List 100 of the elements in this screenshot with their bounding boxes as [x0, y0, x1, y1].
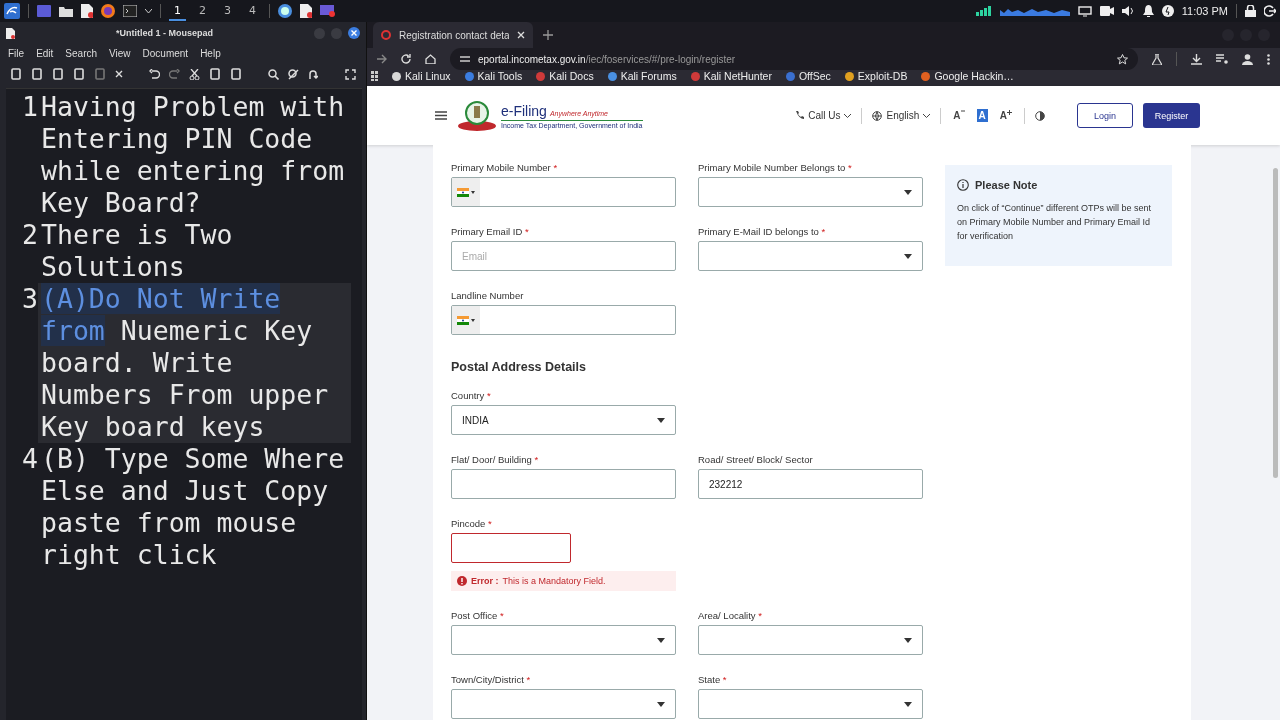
close-icon[interactable] — [348, 27, 360, 39]
dropdown-caret-icon — [904, 637, 912, 643]
signal-bars-icon — [975, 6, 992, 16]
bookmark-link[interactable]: Google Hackin… — [921, 70, 1014, 82]
playlist-icon[interactable] — [1216, 54, 1228, 64]
note-title: Please Note — [975, 179, 1038, 191]
home-icon[interactable] — [425, 54, 436, 64]
menu-item[interactable]: File — [4, 47, 29, 59]
minus-icon — [960, 110, 965, 114]
browser-tab[interactable]: Registration contact deta — [373, 22, 533, 48]
menu-item[interactable]: View — [105, 47, 135, 59]
screen-recorder-icon[interactable] — [320, 5, 336, 17]
menu-item[interactable]: Help — [196, 47, 225, 59]
display-icon[interactable] — [1077, 5, 1092, 17]
document-icon — [6, 27, 15, 39]
caret-icon[interactable] — [145, 9, 152, 13]
dropdown-caret-icon — [657, 417, 665, 423]
bookmark-link[interactable]: OffSec — [785, 70, 831, 82]
volume-icon[interactable] — [1121, 5, 1135, 17]
workspace-button[interactable]: 2 — [194, 1, 211, 21]
menu-item[interactable]: Edit — [32, 47, 58, 59]
small-caret-icon — [471, 190, 475, 194]
plus-icon[interactable] — [543, 30, 553, 40]
field-label: Area/ Locality * — [698, 610, 763, 621]
star-icon[interactable] — [1117, 53, 1128, 65]
apps-grid-icon[interactable] — [371, 71, 378, 81]
bell-icon[interactable] — [1142, 5, 1154, 17]
bookmark-link[interactable]: Kali Tools — [464, 70, 523, 82]
reload-icon[interactable] — [401, 54, 411, 64]
goto-icon[interactable] — [308, 68, 318, 80]
field-label: Town/City/District * — [451, 674, 532, 685]
chrome-circle-icon[interactable] — [278, 4, 292, 18]
workspace-button[interactable]: 4 — [244, 1, 261, 21]
document-icon[interactable] — [81, 4, 93, 18]
line-number: 1 — [21, 91, 38, 124]
more-menu-icon[interactable] — [1267, 53, 1270, 65]
dropdown-caret-icon — [657, 637, 665, 643]
caret-icon — [844, 113, 852, 118]
font-size-button[interactable]: A — [951, 109, 967, 122]
bookmark-link[interactable]: Kali Docs — [536, 70, 594, 82]
redo-icon[interactable] — [169, 69, 180, 79]
field-label: Flat/ Door/ Building * — [451, 454, 540, 465]
scissors-icon[interactable] — [189, 68, 200, 80]
field-label: Country * — [451, 390, 492, 401]
error-message: Error : This is a Mandatory Field. — [451, 571, 676, 591]
editor-text-line: Having Problem with Entering PIN Code while entering from Key Board? — [40, 91, 346, 219]
close-icon[interactable] — [517, 31, 525, 39]
font-size-button[interactable]: A — [976, 109, 988, 122]
section-heading: Postal Address Details — [451, 360, 587, 374]
document-icon[interactable] — [300, 4, 312, 18]
phone-input[interactable] — [451, 177, 676, 207]
cpu-graph-drawing — [999, 6, 1070, 16]
workspace-button[interactable]: 3 — [219, 1, 236, 21]
fullscreen-icon[interactable] — [345, 68, 356, 80]
camera-icon[interactable] — [1099, 6, 1114, 16]
call-us-dropdown[interactable]: Call Us — [795, 110, 852, 121]
menu-item[interactable]: Document — [138, 47, 193, 59]
close-icon[interactable] — [115, 70, 123, 78]
contrast-icon[interactable] — [1035, 110, 1045, 121]
folder-icon[interactable] — [59, 5, 73, 17]
power-icon[interactable] — [1161, 5, 1174, 17]
line-number: 2 — [21, 219, 38, 252]
pincode-input[interactable] — [451, 533, 571, 563]
register-button[interactable]: Register — [1143, 103, 1200, 128]
india-flag-icon — [457, 187, 469, 197]
logout-icon[interactable] — [1264, 5, 1276, 17]
terminal-icon[interactable] — [123, 5, 137, 17]
search-icon[interactable] — [268, 68, 279, 80]
bookmark-link[interactable]: Kali Forums — [607, 70, 677, 82]
info-icon — [957, 179, 969, 191]
field-label: Primary Mobile Number Belongs to * — [698, 162, 853, 173]
text-input[interactable] — [451, 469, 676, 499]
language-dropdown[interactable]: English — [872, 110, 931, 121]
bookmark-link[interactable]: Exploit-DB — [844, 70, 908, 82]
emblem-logo-icon — [457, 99, 497, 132]
lock-icon[interactable] — [1245, 5, 1256, 17]
window-title: *Untitled 1 - Mousepad — [115, 28, 214, 38]
font-size-button[interactable]: A — [997, 109, 1014, 122]
bookmark-link[interactable]: Kali Linux — [392, 70, 451, 82]
forward-icon[interactable] — [377, 54, 387, 64]
flask-icon[interactable] — [1152, 53, 1162, 65]
download-icon[interactable] — [1191, 53, 1202, 65]
address-bar[interactable]: eportal.incometax.gov.in/iec/foservices/#/pre-login/register — [450, 48, 1138, 70]
scrollbar-thumb[interactable] — [1273, 168, 1278, 478]
text-input[interactable]: 232212 — [698, 469, 923, 499]
menu-item[interactable]: Search — [61, 47, 102, 59]
dragon-logo-icon[interactable] — [4, 3, 20, 19]
field-label: Pincode * — [451, 518, 493, 529]
menu-icon[interactable] — [435, 111, 447, 120]
login-button[interactable]: Login — [1077, 103, 1133, 128]
phone-input[interactable] — [451, 305, 676, 335]
line-number: 4 — [21, 443, 38, 476]
field-label: Primary Email ID * — [451, 226, 530, 237]
browser-icon[interactable] — [101, 4, 115, 18]
bookmark-link[interactable]: Kali NetHunter — [690, 70, 772, 82]
profile-icon[interactable] — [1242, 53, 1253, 65]
undo-icon[interactable] — [149, 69, 160, 79]
line-number: 3 — [21, 283, 38, 316]
workspace-button[interactable]: 1 — [169, 1, 186, 21]
select-dropdown[interactable]: INDIA — [451, 405, 676, 435]
